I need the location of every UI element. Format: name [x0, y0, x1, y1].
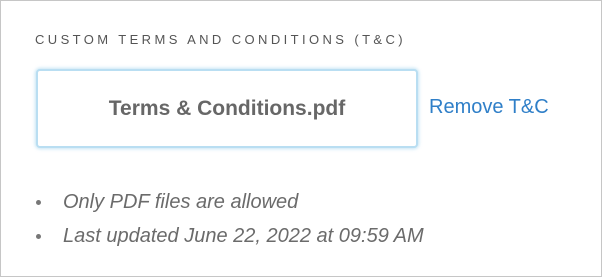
notes-list: Only PDF files are allowed Last updated … [33, 185, 424, 253]
list-item: Only PDF files are allowed [33, 185, 424, 219]
bullet-icon [36, 233, 41, 239]
section-heading: CUSTOM TERMS AND CONDITIONS (T&C) [35, 32, 407, 47]
note-last-updated: Last updated June 22, 2022 at 09:59 AM [63, 224, 424, 247]
uploaded-file-box[interactable]: Terms & Conditions.pdf [36, 69, 418, 148]
custom-terms-panel: CUSTOM TERMS AND CONDITIONS (T&C) Terms … [0, 0, 602, 277]
list-item: Last updated June 22, 2022 at 09:59 AM [33, 219, 424, 253]
remove-tc-link[interactable]: Remove T&C [429, 96, 549, 119]
bullet-icon [36, 199, 41, 205]
file-name: Terms & Conditions.pdf [108, 96, 346, 120]
note-allowed-types: Only PDF files are allowed [63, 190, 299, 213]
